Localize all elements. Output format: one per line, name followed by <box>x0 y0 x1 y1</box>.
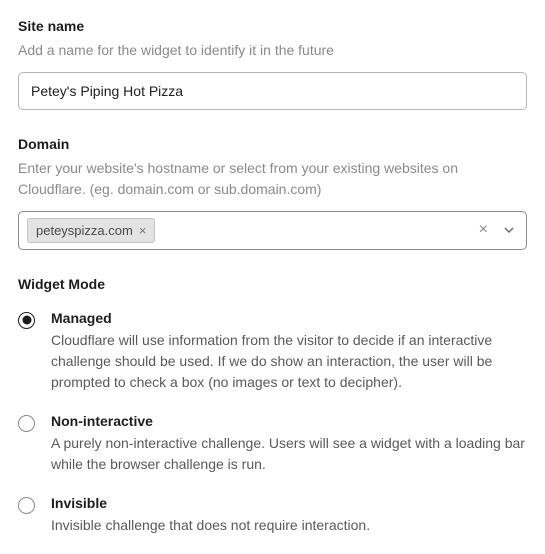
domain-label: Domain <box>18 136 527 152</box>
radio-title: Invisible <box>51 495 527 511</box>
radio-description: A purely non-interactive challenge. User… <box>51 433 527 475</box>
chevron-down-icon[interactable] <box>500 227 518 233</box>
radio-content: Invisible Invisible challenge that does … <box>51 495 527 536</box>
site-name-label: Site name <box>18 18 527 34</box>
close-icon[interactable]: × <box>139 224 147 237</box>
radio-icon[interactable] <box>18 312 35 329</box>
site-name-input[interactable] <box>18 72 527 110</box>
widget-mode-option-invisible[interactable]: Invisible Invisible challenge that does … <box>18 495 527 536</box>
site-name-group: Site name Add a name for the widget to i… <box>18 18 527 110</box>
domain-tag-text: peteyspizza.com <box>36 223 133 238</box>
domain-description: Enter your website's hostname or select … <box>18 158 527 199</box>
radio-content: Managed Cloudflare will use information … <box>51 310 527 393</box>
radio-description: Cloudflare will use information from the… <box>51 330 527 393</box>
domain-select[interactable]: peteyspizza.com × × <box>18 211 527 250</box>
widget-mode-radio-list: Managed Cloudflare will use information … <box>18 310 527 536</box>
radio-title: Non-interactive <box>51 413 527 429</box>
radio-icon[interactable] <box>18 497 35 514</box>
radio-title: Managed <box>51 310 527 326</box>
widget-mode-option-non-interactive[interactable]: Non-interactive A purely non-interactive… <box>18 413 527 475</box>
radio-description: Invisible challenge that does not requir… <box>51 515 527 536</box>
radio-content: Non-interactive A purely non-interactive… <box>51 413 527 475</box>
domain-tag: peteyspizza.com × <box>27 218 155 243</box>
widget-mode-group: Widget Mode Managed Cloudflare will use … <box>18 276 527 536</box>
domain-group: Domain Enter your website's hostname or … <box>18 136 527 250</box>
clear-all-icon[interactable]: × <box>473 222 494 238</box>
site-name-description: Add a name for the widget to identify it… <box>18 40 527 60</box>
widget-mode-label: Widget Mode <box>18 276 527 292</box>
radio-icon[interactable] <box>18 415 35 432</box>
widget-mode-option-managed[interactable]: Managed Cloudflare will use information … <box>18 310 527 393</box>
